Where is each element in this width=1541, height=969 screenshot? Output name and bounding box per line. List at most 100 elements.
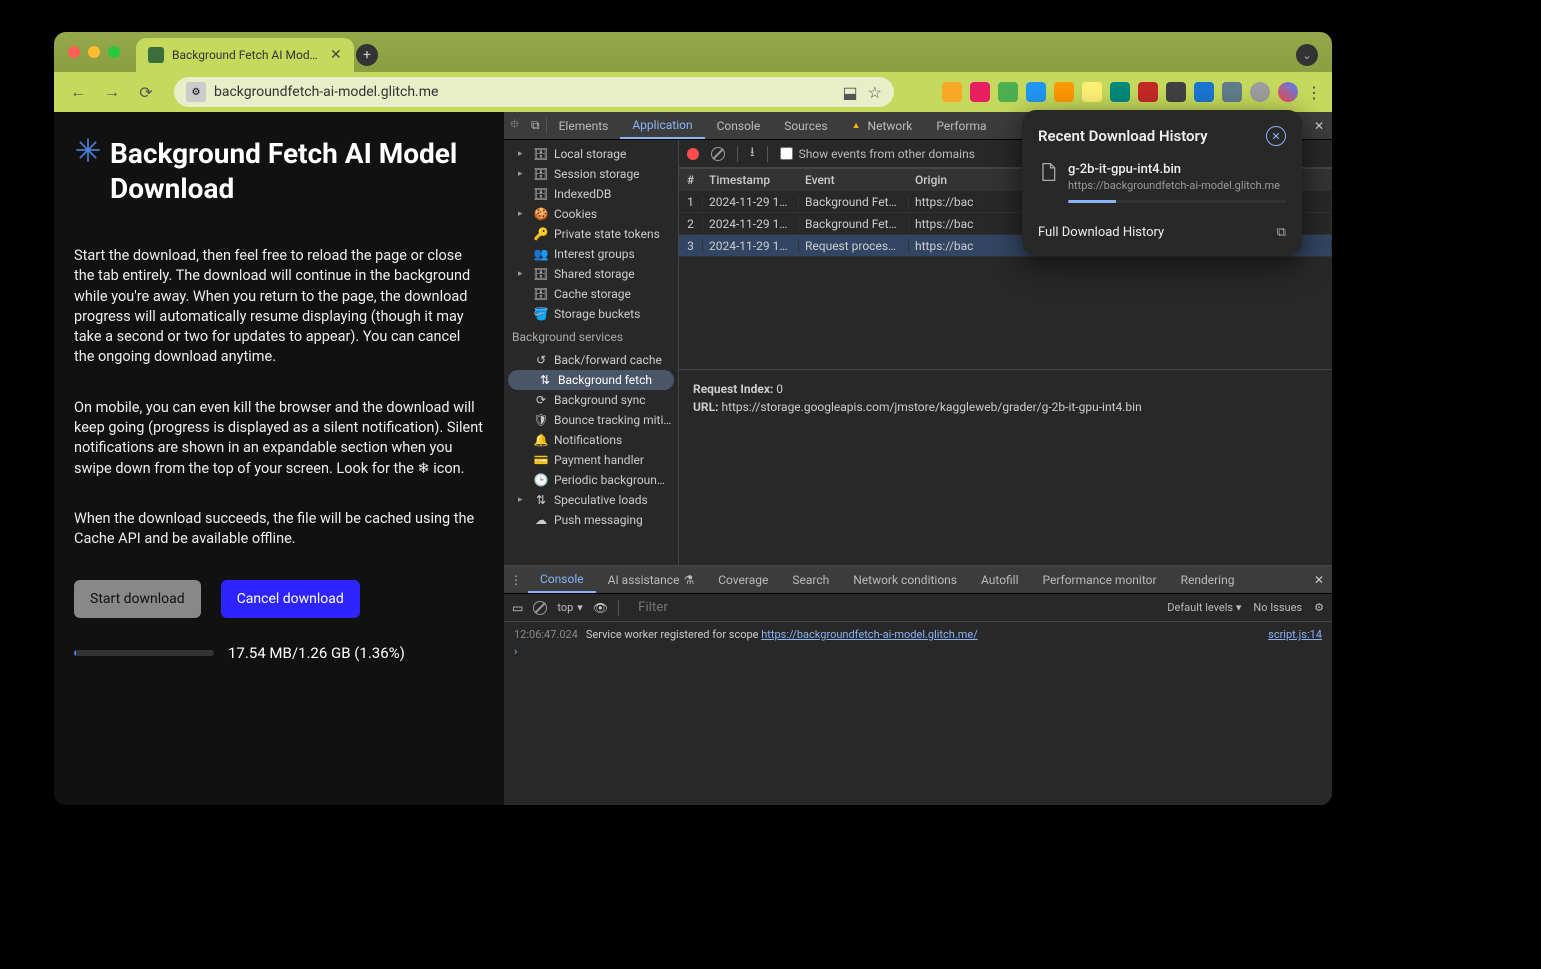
address-bar[interactable]: ⚙ backgroundfetch-ai-model.glitch.me ⬓ ☆	[174, 77, 894, 107]
progress-bar	[74, 650, 214, 656]
context-selector[interactable]: top▾	[557, 601, 582, 614]
issues-badge[interactable]: No Issues	[1253, 601, 1302, 614]
console-source-link[interactable]: script.js:14	[1268, 628, 1322, 641]
tab-performance[interactable]: Performa	[924, 112, 998, 139]
console-filter-input[interactable]	[629, 596, 829, 619]
sidebar-item-notifications[interactable]: 🔔Notifications	[504, 430, 678, 450]
extension-icon[interactable]	[1082, 82, 1102, 102]
record-button[interactable]	[687, 148, 699, 160]
drawer-tab-autofill[interactable]: Autofill	[969, 566, 1031, 593]
new-tab-button[interactable]: +	[356, 44, 378, 66]
sidebar-item-session-storage[interactable]: ▸🗄Session storage	[504, 164, 678, 184]
sidebar-item-background-fetch[interactable]: ⇅Background fetch	[508, 370, 674, 390]
page-title: Background Fetch AI Model Download	[74, 136, 484, 206]
sidebar-item-local-storage[interactable]: ▸🗄Local storage	[504, 144, 678, 164]
tab-application[interactable]: Application	[620, 112, 704, 139]
titlebar: Background Fetch AI Model D ✕ + ⌄	[54, 32, 1332, 72]
extension-icon[interactable]	[1110, 82, 1130, 102]
button-row: Start download Cancel download	[74, 580, 484, 618]
maximize-window-button[interactable]	[108, 46, 120, 58]
tab-network[interactable]: Network	[840, 112, 925, 139]
browser-tab[interactable]: Background Fetch AI Model D ✕	[136, 38, 354, 72]
sidebar-item-speculative-loads[interactable]: ▸⇅Speculative loads	[504, 490, 678, 510]
cancel-download-button[interactable]: Cancel download	[221, 580, 360, 618]
paragraph: Start the download, then feel free to re…	[74, 246, 484, 368]
console-sidebar-toggle-icon[interactable]: ▭	[512, 601, 523, 615]
popup-close-button[interactable]: ✕	[1266, 126, 1286, 146]
browser-menu-icon[interactable]: ⋮	[1306, 83, 1322, 102]
application-sidebar: ▸🗄Local storage ▸🗄Session storage 🗄Index…	[504, 140, 679, 565]
extension-icon[interactable]	[942, 82, 962, 102]
extension-icon[interactable]	[1026, 82, 1046, 102]
sidebar-item-storage-buckets[interactable]: 🪣Storage buckets	[504, 304, 678, 324]
sidebar-item-background-sync[interactable]: ⟳Background sync	[504, 390, 678, 410]
extension-icon[interactable]	[1054, 82, 1074, 102]
extensions-puzzle-icon[interactable]	[1250, 82, 1270, 102]
minimize-window-button[interactable]	[88, 46, 100, 58]
tab-overflow-button[interactable]: ⌄	[1296, 44, 1318, 66]
drawer-tab-coverage[interactable]: Coverage	[706, 566, 780, 593]
inspect-icon[interactable]: ⯐	[504, 112, 525, 139]
sidebar-item-cache-storage[interactable]: 🗄Cache storage	[504, 284, 678, 304]
back-button[interactable]: ←	[64, 78, 92, 106]
console-message: 12:06:47.024 Service worker registered f…	[514, 628, 1322, 641]
device-toggle-icon[interactable]: ⧉	[525, 112, 546, 139]
drawer-tab-network-conditions[interactable]: Network conditions	[841, 566, 969, 593]
download-progress-bar	[1068, 200, 1286, 203]
extension-icon[interactable]	[970, 82, 990, 102]
extension-icon[interactable]	[998, 82, 1018, 102]
extension-icon[interactable]	[1138, 82, 1158, 102]
drawer-toggle-icon[interactable]: ⋮	[504, 566, 528, 593]
sidebar-item-periodic-sync[interactable]: 🕒Periodic backgroun…	[504, 470, 678, 490]
console-link[interactable]: https://backgroundfetch-ai-model.glitch.…	[761, 628, 978, 641]
extension-icon[interactable]	[1166, 82, 1186, 102]
sidebar-item-shared-storage[interactable]: ▸🗄Shared storage	[504, 264, 678, 284]
full-history-link[interactable]: Full Download History	[1038, 225, 1164, 240]
reload-button[interactable]: ⟳	[132, 78, 160, 106]
drawer-tab-rendering[interactable]: Rendering	[1169, 566, 1247, 593]
tab-elements[interactable]: Elements	[547, 112, 621, 139]
tab-sources[interactable]: Sources	[772, 112, 839, 139]
tab-console[interactable]: Console	[705, 112, 773, 139]
log-levels-selector[interactable]: Default levels ▾	[1167, 601, 1241, 614]
show-events-checkbox[interactable]: Show events from other domains	[780, 147, 975, 161]
download-icon[interactable]: ⭳	[750, 143, 755, 165]
sidebar-item-private-state-tokens[interactable]: 🔑Private state tokens	[504, 224, 678, 244]
external-link-icon[interactable]: ⧉	[1277, 225, 1286, 240]
close-drawer-icon[interactable]: ✕	[1314, 573, 1324, 587]
event-detail: Request Index: 0 URL: https://storage.go…	[679, 369, 1332, 426]
extension-icon[interactable]	[1222, 82, 1242, 102]
snowflake-icon	[74, 136, 102, 164]
sidebar-item-push-messaging[interactable]: ☁Push messaging	[504, 510, 678, 530]
clear-console-button[interactable]	[533, 601, 547, 615]
drawer-tab-performance-monitor[interactable]: Performance monitor	[1031, 566, 1169, 593]
download-filename: g-2b-it-gpu-int4.bin	[1068, 162, 1286, 177]
clear-button[interactable]	[711, 147, 725, 161]
sidebar-item-indexeddb[interactable]: 🗄IndexedDB	[504, 184, 678, 204]
extension-icon[interactable]	[1194, 82, 1214, 102]
sidebar-item-bfcache[interactable]: ↺Back/forward cache	[504, 350, 678, 370]
sidebar-item-cookies[interactable]: ▸🍪Cookies	[504, 204, 678, 224]
live-expression-icon[interactable]: 👁	[593, 601, 608, 615]
install-pwa-icon[interactable]: ⬓	[843, 83, 858, 102]
close-devtools-icon[interactable]: ✕	[1314, 119, 1324, 133]
drawer-tab-ai-assistance[interactable]: AI assistance ⚗	[596, 566, 707, 593]
download-url: https://backgroundfetch-ai-model.glitch.…	[1068, 179, 1286, 192]
browser-window: Background Fetch AI Model D ✕ + ⌄ ← → ⟳ …	[54, 32, 1332, 805]
tab-close-icon[interactable]: ✕	[330, 47, 342, 63]
sidebar-item-bounce-tracking[interactable]: 🛡Bounce tracking miti…	[504, 410, 678, 430]
drawer-tab-search[interactable]: Search	[780, 566, 841, 593]
start-download-button[interactable]: Start download	[74, 580, 201, 618]
sidebar-item-interest-groups[interactable]: 👥Interest groups	[504, 244, 678, 264]
download-history-popup: Recent Download History ✕ g-2b-it-gpu-in…	[1022, 110, 1302, 256]
profile-avatar[interactable]	[1278, 82, 1298, 102]
forward-button[interactable]: →	[98, 78, 126, 106]
drawer-tab-console[interactable]: Console	[528, 566, 596, 593]
sidebar-item-payment-handler[interactable]: 💳Payment handler	[504, 450, 678, 470]
console-settings-icon[interactable]: ⚙	[1314, 601, 1324, 614]
download-item[interactable]: g-2b-it-gpu-int4.bin https://backgroundf…	[1038, 162, 1286, 203]
site-info-icon[interactable]: ⚙	[186, 82, 206, 102]
bookmark-icon[interactable]: ☆	[868, 83, 882, 102]
close-window-button[interactable]	[68, 46, 80, 58]
console-prompt[interactable]: ›	[514, 645, 1322, 658]
